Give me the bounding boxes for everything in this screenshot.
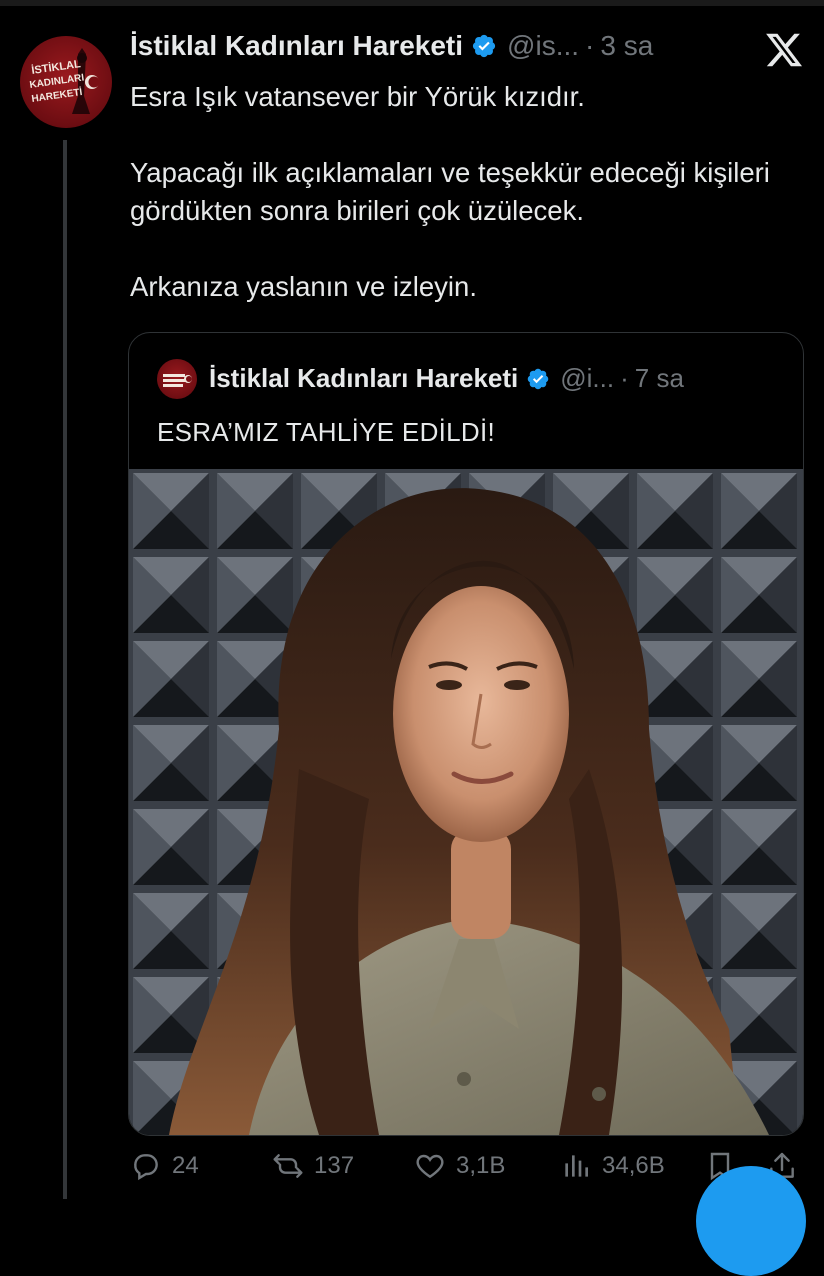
- separator-dot: ·: [620, 363, 629, 393]
- tweet-paragraph: Arkanıza yaslanın ve izleyin.: [130, 271, 477, 302]
- views-count: 34,6B: [602, 1152, 665, 1179]
- author-name[interactable]: İstiklal Kadınları Hareketi: [130, 30, 463, 62]
- quoted-author-handle: @i...: [560, 363, 615, 393]
- tweet-paragraph: Yapacağı ilk açıklamaları ve teşekkür ed…: [130, 157, 770, 226]
- verified-badge-icon: [526, 367, 550, 391]
- author-avatar[interactable]: İSTİKLAL KADINLARI HAREKETİ: [20, 36, 112, 128]
- thread-line: [63, 140, 67, 1199]
- tweet-paragraph: Esra Işık vatansever bir Yörük kızıdır.: [130, 81, 585, 112]
- views-button[interactable]: 34,6B: [560, 1150, 665, 1182]
- quoted-photo[interactable]: [129, 469, 803, 1135]
- separator-dot: ·: [585, 30, 595, 61]
- reply-count: 24: [172, 1152, 199, 1179]
- like-count: 3,1B: [456, 1152, 506, 1179]
- quoted-avatar-logo: [163, 374, 192, 387]
- reply-button[interactable]: 24: [130, 1150, 199, 1182]
- quoted-time: 7 sa: [634, 363, 684, 393]
- quoted-author-name: İstiklal Kadınları Hareketi: [209, 363, 519, 393]
- repost-count: 137: [314, 1152, 355, 1179]
- quoted-author-avatar[interactable]: [157, 359, 197, 399]
- compose-button[interactable]: [696, 1166, 806, 1276]
- top-divider: [0, 0, 824, 6]
- like-button[interactable]: 3,1B: [414, 1150, 505, 1182]
- tweet-text: Esra Işık vatansever bir Yörük kızıdır. …: [130, 78, 790, 306]
- author-handle[interactable]: @is...: [507, 30, 579, 62]
- quoted-text: ESRA’MIZ TAHLİYE EDİLDİ!: [157, 417, 496, 447]
- repost-icon: [273, 1154, 303, 1178]
- repost-button[interactable]: 137: [272, 1150, 354, 1182]
- like-icon: [416, 1154, 444, 1179]
- x-logo-icon[interactable]: [764, 30, 804, 70]
- tweet-header: İstiklal Kadınları Hareketi @is... · 3 s…: [130, 30, 653, 62]
- views-icon: [565, 1155, 588, 1177]
- reply-icon: [134, 1154, 158, 1181]
- avatar-logo: İSTİKLAL KADINLARI HAREKETİ: [29, 48, 100, 114]
- verified-badge-icon[interactable]: [471, 33, 497, 59]
- tweet-time[interactable]: 3 sa: [600, 30, 653, 62]
- quoted-tweet-card[interactable]: İstiklal Kadınları Hareketi @i... · 7 sa…: [128, 332, 804, 1136]
- quoted-header: İstiklal Kadınları Hareketi @i... · 7 sa: [209, 363, 684, 394]
